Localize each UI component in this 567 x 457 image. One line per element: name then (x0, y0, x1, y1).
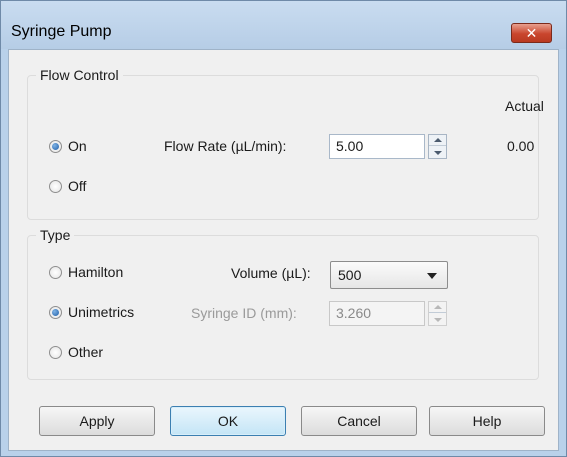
arrow-down-icon (433, 150, 442, 155)
spin-up-button[interactable] (429, 302, 446, 313)
close-icon: ✕ (525, 24, 538, 41)
syringe-id-label: Syringe ID (mm): (191, 305, 297, 321)
radio-hamilton-indicator[interactable] (49, 265, 62, 279)
dialog-client-area: Flow Control Actual On Off Flow Rate (µL… (8, 49, 559, 451)
arrow-up-icon (433, 138, 442, 142)
cancel-button[interactable]: Cancel (301, 406, 417, 436)
title-bar[interactable]: Syringe Pump ✕ (1, 1, 566, 49)
flow-rate-spinner[interactable] (428, 134, 447, 159)
apply-button[interactable]: Apply (39, 406, 155, 436)
radio-off-indicator[interactable] (49, 179, 62, 193)
radio-hamilton[interactable]: Hamilton (49, 264, 123, 280)
help-button[interactable]: Help (429, 406, 545, 436)
type-group-label: Type (36, 227, 75, 243)
radio-off-label: Off (68, 178, 87, 194)
syringe-id-spinner[interactable] (428, 301, 447, 326)
radio-on[interactable]: On (49, 138, 87, 154)
volume-label: Volume (µL): (231, 265, 311, 281)
radio-other-label: Other (68, 344, 104, 360)
radio-other[interactable]: Other (49, 344, 103, 360)
syringe-id-input[interactable]: 3.260 (329, 301, 425, 326)
window-title: Syringe Pump (11, 23, 112, 40)
radio-on-indicator[interactable] (49, 139, 62, 153)
volume-selected-value: 500 (338, 267, 362, 283)
chevron-down-icon (427, 273, 437, 279)
spin-down-button[interactable] (429, 147, 446, 158)
ok-button[interactable]: OK (170, 406, 286, 436)
spin-down-button[interactable] (429, 314, 446, 325)
arrow-down-icon (433, 317, 442, 322)
syringe-pump-window: Syringe Pump ✕ Flow Control Actual On Of… (0, 0, 567, 457)
spin-up-button[interactable] (429, 135, 446, 146)
close-button[interactable]: ✕ (511, 23, 552, 43)
flow-rate-label: Flow Rate (µL/min): (164, 138, 287, 154)
radio-hamilton-label: Hamilton (68, 264, 124, 280)
arrow-up-icon (433, 305, 442, 309)
radio-unimetrics-label: Unimetrics (68, 304, 135, 320)
radio-unimetrics[interactable]: Unimetrics (49, 304, 134, 320)
radio-off[interactable]: Off (49, 178, 86, 194)
flow-control-group-label: Flow Control (36, 67, 123, 83)
flow-rate-input[interactable]: 5.00 (329, 134, 425, 159)
volume-dropdown[interactable]: 500 (330, 261, 448, 289)
radio-unimetrics-indicator[interactable] (49, 305, 62, 319)
actual-flow-value: 0.00 (507, 138, 535, 154)
radio-other-indicator[interactable] (49, 345, 62, 359)
radio-on-label: On (68, 138, 87, 154)
actual-header: Actual (505, 98, 544, 114)
